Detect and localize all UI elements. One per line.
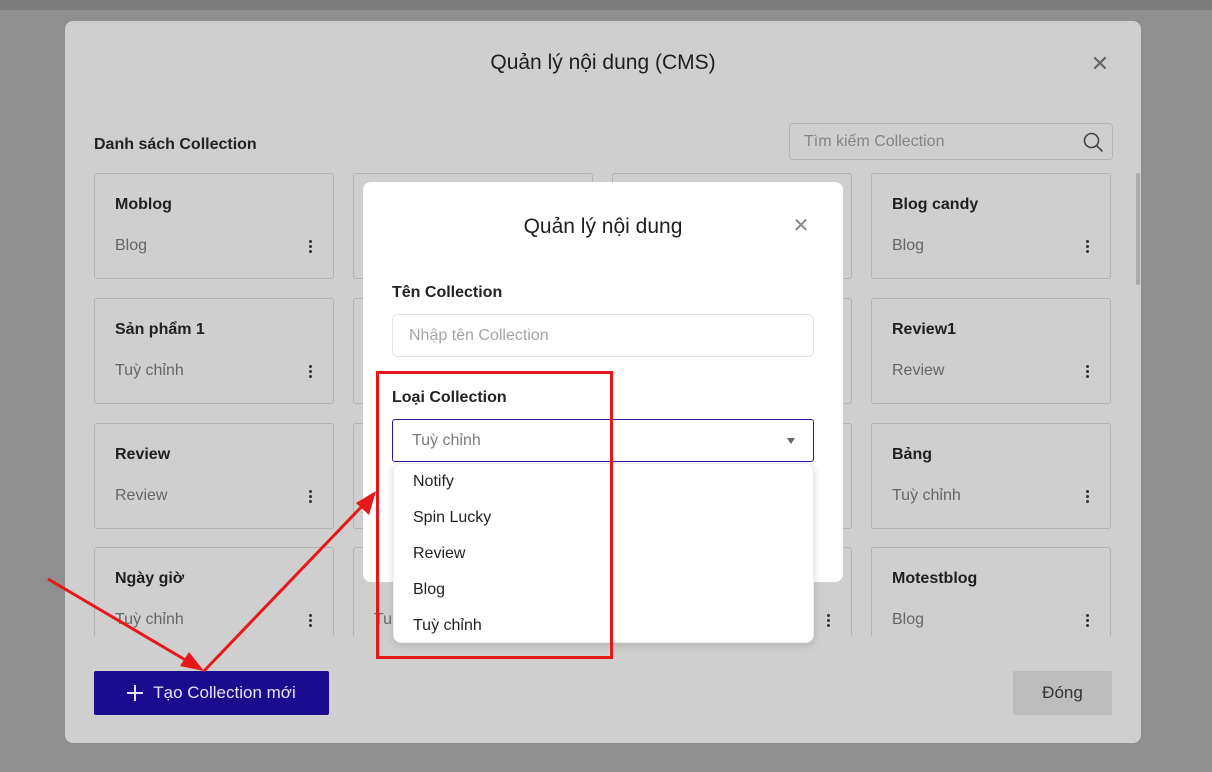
collection-type: Tuỳ chỉnh — [892, 487, 961, 504]
more-icon[interactable] — [1084, 240, 1090, 254]
more-icon[interactable] — [825, 614, 831, 628]
collection-card[interactable]: Moblog Blog — [94, 173, 334, 279]
collection-card[interactable]: Ngày giờ Tuỳ chỉnh — [94, 547, 334, 636]
collection-name: Review1 — [892, 321, 957, 338]
create-collection-label: Tạo Collection mới — [153, 683, 296, 702]
close-icon[interactable]: ✕ — [791, 216, 811, 236]
collection-card[interactable]: Review1 Review — [871, 298, 1111, 404]
collection-name: Motestblog — [892, 570, 978, 587]
scrollbar[interactable] — [1136, 173, 1140, 285]
close-icon[interactable]: ✕ — [1089, 53, 1111, 75]
more-icon[interactable] — [307, 614, 313, 628]
collection-list-label: Danh sách Collection — [94, 136, 257, 153]
collection-card[interactable]: Sản phẩm 1 Tuỳ chỉnh — [94, 298, 334, 404]
more-icon[interactable] — [1084, 365, 1090, 379]
collection-name: Sản phẩm 1 — [115, 321, 205, 338]
collection-type: Review — [892, 362, 945, 379]
collection-card[interactable]: Blog candy Blog — [871, 173, 1111, 279]
collection-type: Tuỳ chỉnh — [115, 611, 184, 628]
search-box — [789, 123, 1113, 160]
collection-type: Blog — [115, 237, 148, 254]
search-input[interactable] — [804, 124, 1074, 159]
collection-card[interactable]: Motestblog Blog — [871, 547, 1111, 636]
collection-card[interactable]: Bảng Tuỳ chỉnh — [871, 423, 1111, 529]
create-collection-button[interactable]: Tạo Collection mới — [94, 671, 329, 715]
collection-name: Ngày giờ — [115, 570, 185, 587]
collection-name: Bảng — [892, 446, 932, 463]
search-icon[interactable] — [1082, 131, 1104, 153]
close-button[interactable]: Đóng — [1013, 671, 1112, 715]
collection-type: Blog — [892, 611, 925, 628]
collection-name: Review — [115, 446, 171, 463]
caret-down-icon — [787, 438, 795, 444]
annotation-highlight-box — [376, 371, 613, 659]
collection-type: Blog — [892, 237, 925, 254]
collection-card[interactable]: Review Review — [94, 423, 334, 529]
more-icon[interactable] — [307, 490, 313, 504]
collection-name: Moblog — [115, 196, 172, 213]
collection-name-label: Tên Collection — [392, 284, 503, 301]
more-icon[interactable] — [1084, 490, 1090, 504]
collection-name-input[interactable] — [392, 314, 814, 357]
top-strip — [0, 0, 1212, 10]
more-icon[interactable] — [307, 240, 313, 254]
plus-icon — [127, 685, 144, 701]
more-icon[interactable] — [1084, 614, 1090, 628]
collection-type: Tuỳ chỉnh — [115, 362, 184, 379]
more-icon[interactable] — [307, 365, 313, 379]
collection-type: Review — [115, 487, 168, 504]
collection-name: Blog candy — [892, 196, 979, 213]
cms-modal-title: Quản lý nội dung (CMS) — [490, 51, 716, 74]
create-modal-title: Quản lý nội dung — [523, 215, 683, 238]
